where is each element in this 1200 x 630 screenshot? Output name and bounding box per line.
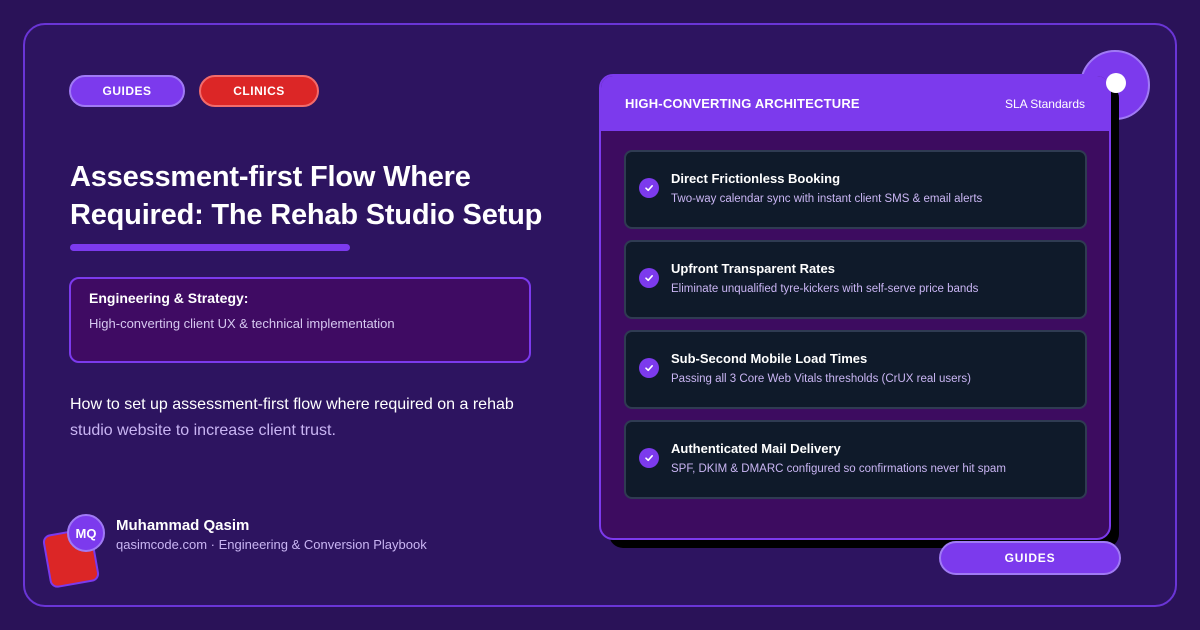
feature-description: Two-way calendar sync with instant clien… xyxy=(671,193,983,205)
card-header: HIGH-CONVERTING ARCHITECTURE SLA Standar… xyxy=(601,76,1109,131)
card-title: HIGH-CONVERTING ARCHITECTURE xyxy=(625,96,860,111)
strategy-subtitle: High-converting client UX & technical im… xyxy=(89,316,395,331)
description-part-1: How to set up assessment-first flow wher… xyxy=(70,396,514,413)
author-name: Muhammad Qasim xyxy=(116,517,250,534)
check-icon xyxy=(639,448,659,468)
avatar: MQ xyxy=(67,514,105,552)
check-icon xyxy=(639,268,659,288)
feature-title: Upfront Transparent Rates xyxy=(671,261,835,276)
feature-item: Authenticated Mail Delivery SPF, DKIM & … xyxy=(624,420,1087,499)
strategy-heading: Engineering & Strategy: xyxy=(89,290,249,306)
feature-title: Direct Frictionless Booking xyxy=(671,171,841,186)
check-icon xyxy=(639,358,659,378)
description-part-2: studio website to increase client trust. xyxy=(70,422,336,439)
tag-guides-bottom[interactable]: GUIDES xyxy=(939,541,1121,575)
tag-guides[interactable]: GUIDES xyxy=(69,75,185,107)
feature-title: Sub-Second Mobile Load Times xyxy=(671,351,868,366)
feature-title: Authenticated Mail Delivery xyxy=(671,441,841,456)
feature-item: Direct Frictionless Booking Two-way cale… xyxy=(624,150,1087,229)
strategy-box: Engineering & Strategy: High-converting … xyxy=(69,277,531,363)
page-title: Assessment-first Flow Where Required: Th… xyxy=(70,158,570,234)
check-icon xyxy=(639,178,659,198)
title-line-2: Required: The Rehab Studio Setup xyxy=(70,199,543,231)
feature-item: Sub-Second Mobile Load Times Passing all… xyxy=(624,330,1087,409)
description: How to set up assessment-first flow wher… xyxy=(70,392,550,444)
author-meta: qasimcode.com · Engineering & Conversion… xyxy=(116,537,427,552)
card-tag: SLA Standards xyxy=(1004,96,1085,111)
feature-description: SPF, DKIM & DMARC configured so confirma… xyxy=(671,463,1006,475)
title-line-1: Assessment-first Flow Where xyxy=(70,161,471,193)
tag-clinics[interactable]: CLINICS xyxy=(199,75,319,107)
feature-description: Passing all 3 Core Web Vitals thresholds… xyxy=(671,373,971,385)
decorative-dot xyxy=(1106,73,1126,93)
feature-description: Eliminate unqualified tyre-kickers with … xyxy=(671,283,979,295)
architecture-card: HIGH-CONVERTING ARCHITECTURE SLA Standar… xyxy=(599,74,1111,540)
feature-item: Upfront Transparent Rates Eliminate unqu… xyxy=(624,240,1087,319)
title-underline xyxy=(70,244,350,251)
